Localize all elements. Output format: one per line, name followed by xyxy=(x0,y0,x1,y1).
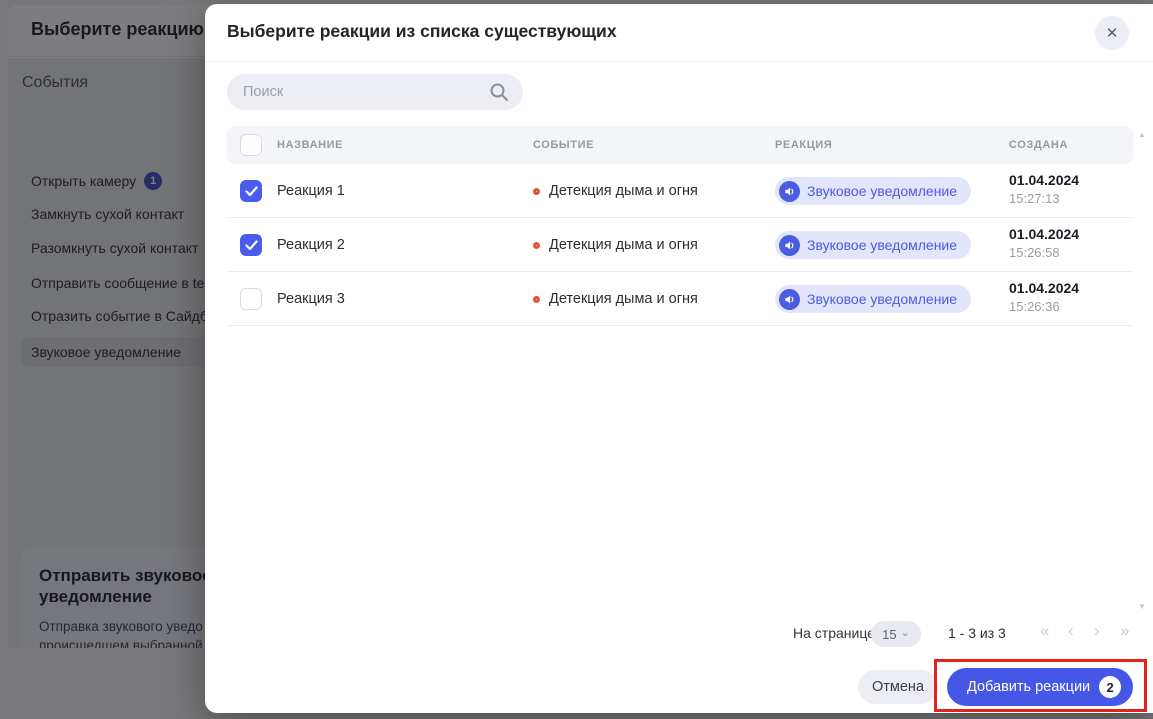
reaction-name: Реакция 1 xyxy=(277,183,345,199)
row-checkbox[interactable] xyxy=(240,234,262,256)
prev-page-button[interactable]: ‹ xyxy=(1068,621,1074,641)
table-row[interactable]: Реакция 3 Детекция дыма и огня Звуковое … xyxy=(227,272,1133,326)
pagination-bar: На странице 15 ⌄ 1 - 3 из 3 « ‹ › » xyxy=(205,620,1153,650)
reaction-badge: Звуковое уведомление xyxy=(775,177,972,205)
reaction-badge: Звуковое уведомление xyxy=(775,285,972,313)
add-reactions-button[interactable]: Добавить реакции 2 xyxy=(947,668,1134,706)
created-time: 15:27:13 xyxy=(1009,191,1060,206)
chevron-down-icon: ⌄ xyxy=(900,626,910,639)
column-header-name[interactable]: Название xyxy=(277,126,343,164)
event-name: Детекция дыма и огня xyxy=(549,291,698,307)
reaction-badge: Звуковое уведомление xyxy=(775,231,972,259)
select-all-checkbox[interactable] xyxy=(240,134,262,156)
table-row[interactable]: Реакция 2 Детекция дыма и огня Звуковое … xyxy=(227,218,1133,272)
reaction-badge-label: Звуковое уведомление xyxy=(807,183,958,199)
reaction-badge-label: Звуковое уведомление xyxy=(807,291,958,307)
scroll-down-icon[interactable]: ▼ xyxy=(1138,602,1146,611)
select-reactions-modal: Выберите реакции из списка существующих … xyxy=(205,4,1153,713)
event-type-icon xyxy=(533,295,540,303)
first-page-button[interactable]: « xyxy=(1040,621,1049,641)
column-header-reaction[interactable]: Реакция xyxy=(775,126,832,164)
per-page-select[interactable]: 15 ⌄ xyxy=(871,621,921,647)
reaction-name: Реакция 2 xyxy=(277,237,345,253)
table-header-row: Название Событие Реакция Создана xyxy=(227,126,1133,164)
add-reactions-label: Добавить реакции xyxy=(967,679,1091,695)
event-name: Детекция дыма и огня xyxy=(549,183,698,199)
reaction-badge-label: Звуковое уведомление xyxy=(807,237,958,253)
column-header-event[interactable]: Событие xyxy=(533,126,594,164)
row-checkbox[interactable] xyxy=(240,288,262,310)
event-name: Детекция дыма и огня xyxy=(549,237,698,253)
created-date: 01.04.2024 xyxy=(1009,226,1080,242)
cancel-button[interactable]: Отмена xyxy=(858,670,938,704)
speaker-icon xyxy=(779,234,800,256)
per-page-label: На странице xyxy=(793,625,875,641)
created-time: 15:26:36 xyxy=(1009,299,1060,314)
row-checkbox[interactable] xyxy=(240,180,262,202)
search-icon xyxy=(490,83,508,101)
screen: Выберите реакцию События Открыть камеру … xyxy=(0,0,1153,719)
created-date: 01.04.2024 xyxy=(1009,172,1080,188)
pagination-range: 1 - 3 из 3 xyxy=(948,625,1006,641)
event-type-icon xyxy=(533,187,540,195)
search-box xyxy=(227,74,523,110)
speaker-icon xyxy=(779,288,800,310)
modal-title: Выберите реакции из списка существующих xyxy=(227,21,617,41)
table-row[interactable]: Реакция 1 Детекция дыма и огня Звуковое … xyxy=(227,164,1133,218)
reactions-table: Название Событие Реакция Создана Реакция… xyxy=(227,126,1133,326)
next-page-button[interactable]: › xyxy=(1094,621,1100,641)
created-time: 15:26:58 xyxy=(1009,245,1060,260)
reaction-name: Реакция 3 xyxy=(277,291,345,307)
close-icon: ✕ xyxy=(1105,25,1119,42)
selected-count-badge: 2 xyxy=(1099,676,1122,698)
header-divider xyxy=(205,61,1153,62)
event-type-icon xyxy=(533,241,540,249)
speaker-icon xyxy=(779,180,800,202)
scroll-up-icon[interactable]: ▲ xyxy=(1138,130,1146,139)
created-date: 01.04.2024 xyxy=(1009,280,1080,296)
column-header-created[interactable]: Создана xyxy=(1009,126,1068,164)
search-input[interactable] xyxy=(227,74,523,110)
last-page-button[interactable]: » xyxy=(1120,621,1129,641)
close-button[interactable]: ✕ xyxy=(1095,16,1129,50)
